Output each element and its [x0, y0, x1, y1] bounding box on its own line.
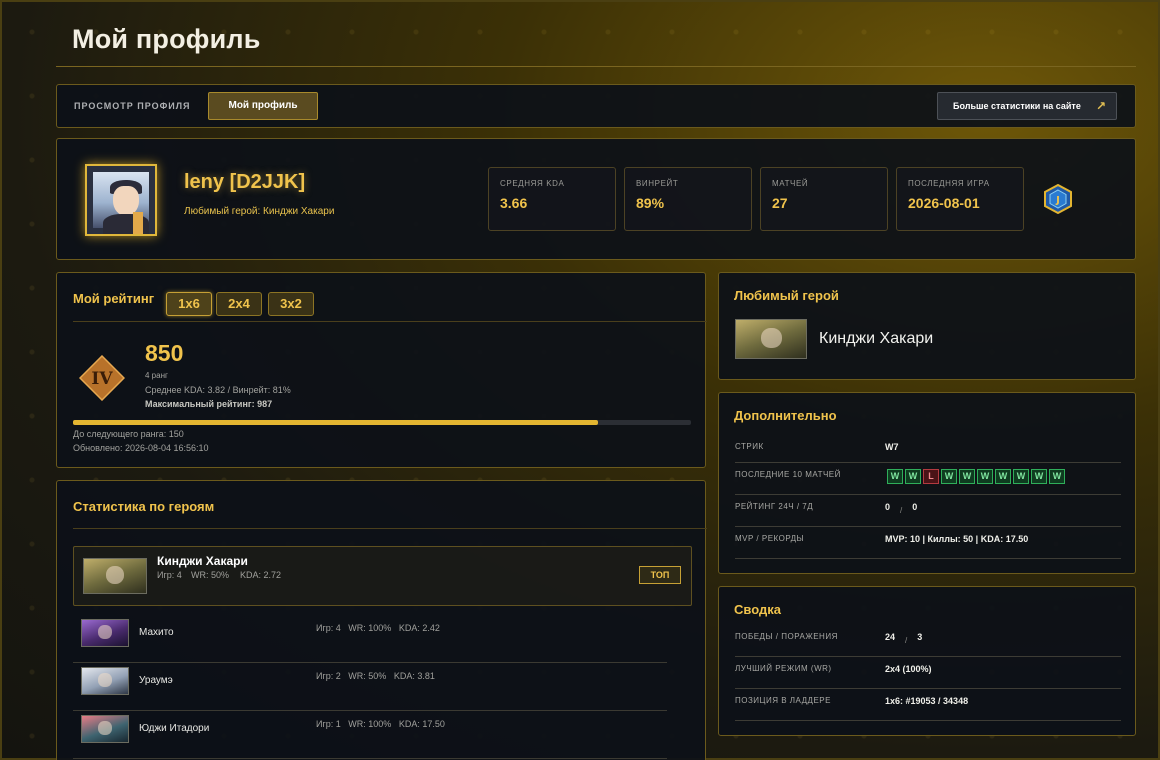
hero-stats-panel: Статистика по героям Кинджи Хакари Игр: … — [56, 480, 707, 760]
favorite-hero-line: Любимый герой: Кинджи Хакари — [184, 206, 335, 217]
hero-portrait-yuji — [81, 715, 129, 743]
last-10-results: WWLWWWWWWW — [887, 469, 1067, 484]
extra-title: Дополнительно — [734, 408, 837, 423]
summary-panel: Сводка ПОБЕДЫ / ПОРАЖЕНИЯ 24/3 ЛУЧШИЙ РЕ… — [718, 586, 1136, 736]
mode-tab-3x2[interactable]: 3x2 — [268, 292, 314, 316]
top-hero-name: Кинджи Хакари — [157, 554, 248, 568]
svg-text:IV: IV — [91, 369, 113, 389]
streak-value: W7 — [885, 442, 899, 452]
match-result-win: W — [1013, 469, 1029, 484]
favorite-hero-panel: Любимый герой Кинджи Хакари — [718, 272, 1136, 380]
stat-avg-kda: СРЕДНЯЯ KDA 3.66 — [488, 167, 616, 231]
rank-diamond-icon: IV — [79, 355, 125, 401]
favorite-hero-title: Любимый герой — [734, 288, 839, 303]
view-profile-label: ПРОСМОТР ПРОФИЛЯ — [74, 101, 191, 111]
updated-time: Обновлено: 2026-08-04 16:56:10 — [73, 443, 209, 453]
match-result-win: W — [887, 469, 903, 484]
rating-divider — [73, 321, 707, 322]
svg-text:J: J — [1055, 195, 1060, 206]
match-result-loss: L — [923, 469, 939, 484]
max-rating: Максимальный рейтинг: 987 — [145, 399, 273, 409]
mode-tab-2x4[interactable]: 2x4 — [216, 292, 262, 316]
top-hero-kda: KDA: 2.72 — [240, 570, 282, 580]
favorite-hero-portrait — [735, 319, 807, 359]
more-stats-label: Больше статистики на сайте — [953, 101, 1081, 111]
hero-portrait-mahito — [81, 619, 129, 647]
last-10-row: ПОСЛЕДНИЕ 10 МАТЧЕЙ WWLWWWWWWW — [735, 463, 1121, 495]
top-badge: ТОП — [639, 566, 681, 584]
match-result-win: W — [1031, 469, 1047, 484]
hero-stats-divider — [73, 528, 707, 529]
match-result-win: W — [905, 469, 921, 484]
extra-panel: Дополнительно СТРИК W7 ПОСЛЕДНИЕ 10 МАТЧ… — [718, 392, 1136, 574]
stat-matches: МАТЧЕЙ 27 — [760, 167, 888, 231]
stat-winrate: ВИНРЕЙТ 89% — [624, 167, 752, 231]
summary-title: Сводка — [734, 602, 781, 617]
rank-progress-bar — [73, 420, 691, 425]
top-hero-wr: WR: 50% — [191, 570, 230, 580]
hero-row[interactable]: Ураумэ Игр: 2 WR: 50% KDA: 3.81 — [73, 663, 667, 711]
rating-panel: Мой рейтинг 1x6 2x4 3x2 IV 850 4 ранг Ср… — [56, 272, 707, 468]
match-result-win: W — [941, 469, 957, 484]
mvp-records-row: MVP / РЕКОРДЫ MVP: 10 | Киллы: 50 | KDA:… — [735, 527, 1121, 559]
avg-kda-winrate: Среднее KDA: 3.82 / Винрейт: 81% — [145, 385, 291, 395]
favorite-hero-name: Кинджи Хакари — [819, 330, 934, 347]
next-rank-info: До следующего ранга: 150 — [73, 429, 184, 439]
rating-change-row: РЕЙТИНГ 24Ч / 7Д 0/0 — [735, 495, 1121, 527]
ladder-position-row: ПОЗИЦИЯ В ЛАДДЕРЕ 1x6: #19053 / 34348 — [735, 689, 1121, 721]
rating-title: Мой рейтинг — [73, 291, 155, 306]
more-stats-button[interactable]: Больше статистики на сайте ↗ — [937, 92, 1117, 120]
rank-emblem-icon: J — [1044, 184, 1072, 214]
top-hero-games: Игр: 4 — [157, 570, 182, 580]
username: leny [D2JJK] — [184, 171, 306, 193]
profile-header: leny [D2JJK] Любимый герой: Кинджи Хакар… — [56, 138, 1136, 260]
top-hero-row[interactable]: Кинджи Хакари Игр: 4 WR: 50% KDA: 2.72 Т… — [73, 546, 692, 606]
my-profile-button[interactable]: Мой профиль — [208, 92, 318, 120]
external-link-icon: ↗ — [1095, 99, 1106, 113]
rank-label: 4 ранг — [145, 371, 168, 380]
rank-progress-fill — [73, 420, 599, 425]
match-result-win: W — [977, 469, 993, 484]
mode-tab-1x6[interactable]: 1x6 — [166, 292, 212, 316]
match-result-win: W — [995, 469, 1011, 484]
best-mode-row: ЛУЧШИЙ РЕЖИМ (WR) 2x4 (100%) — [735, 657, 1121, 689]
streak-row: СТРИК W7 — [735, 431, 1121, 463]
title-divider — [56, 66, 1136, 67]
page-title: Мой профиль — [72, 24, 261, 54]
stat-last-game: ПОСЛЕДНЯЯ ИГРА 2026-08-01 — [896, 167, 1024, 231]
wins-losses-row: ПОБЕДЫ / ПОРАЖЕНИЯ 24/3 — [735, 625, 1121, 657]
hero-row[interactable]: Юджи Итадори Игр: 1 WR: 100% KDA: 17.50 — [73, 711, 667, 759]
profile-toolbar: ПРОСМОТР ПРОФИЛЯ Мой профиль Больше стат… — [56, 84, 1136, 128]
hero-stats-title: Статистика по героям — [73, 499, 215, 514]
hero-portrait-uraume — [81, 667, 129, 695]
match-result-win: W — [1049, 469, 1065, 484]
hero-row[interactable]: Махито Игр: 4 WR: 100% KDA: 2.42 — [73, 615, 667, 663]
match-result-win: W — [959, 469, 975, 484]
hero-portrait-kinji — [83, 558, 147, 594]
avatar[interactable] — [85, 164, 157, 236]
rating-value: 850 — [145, 340, 184, 366]
